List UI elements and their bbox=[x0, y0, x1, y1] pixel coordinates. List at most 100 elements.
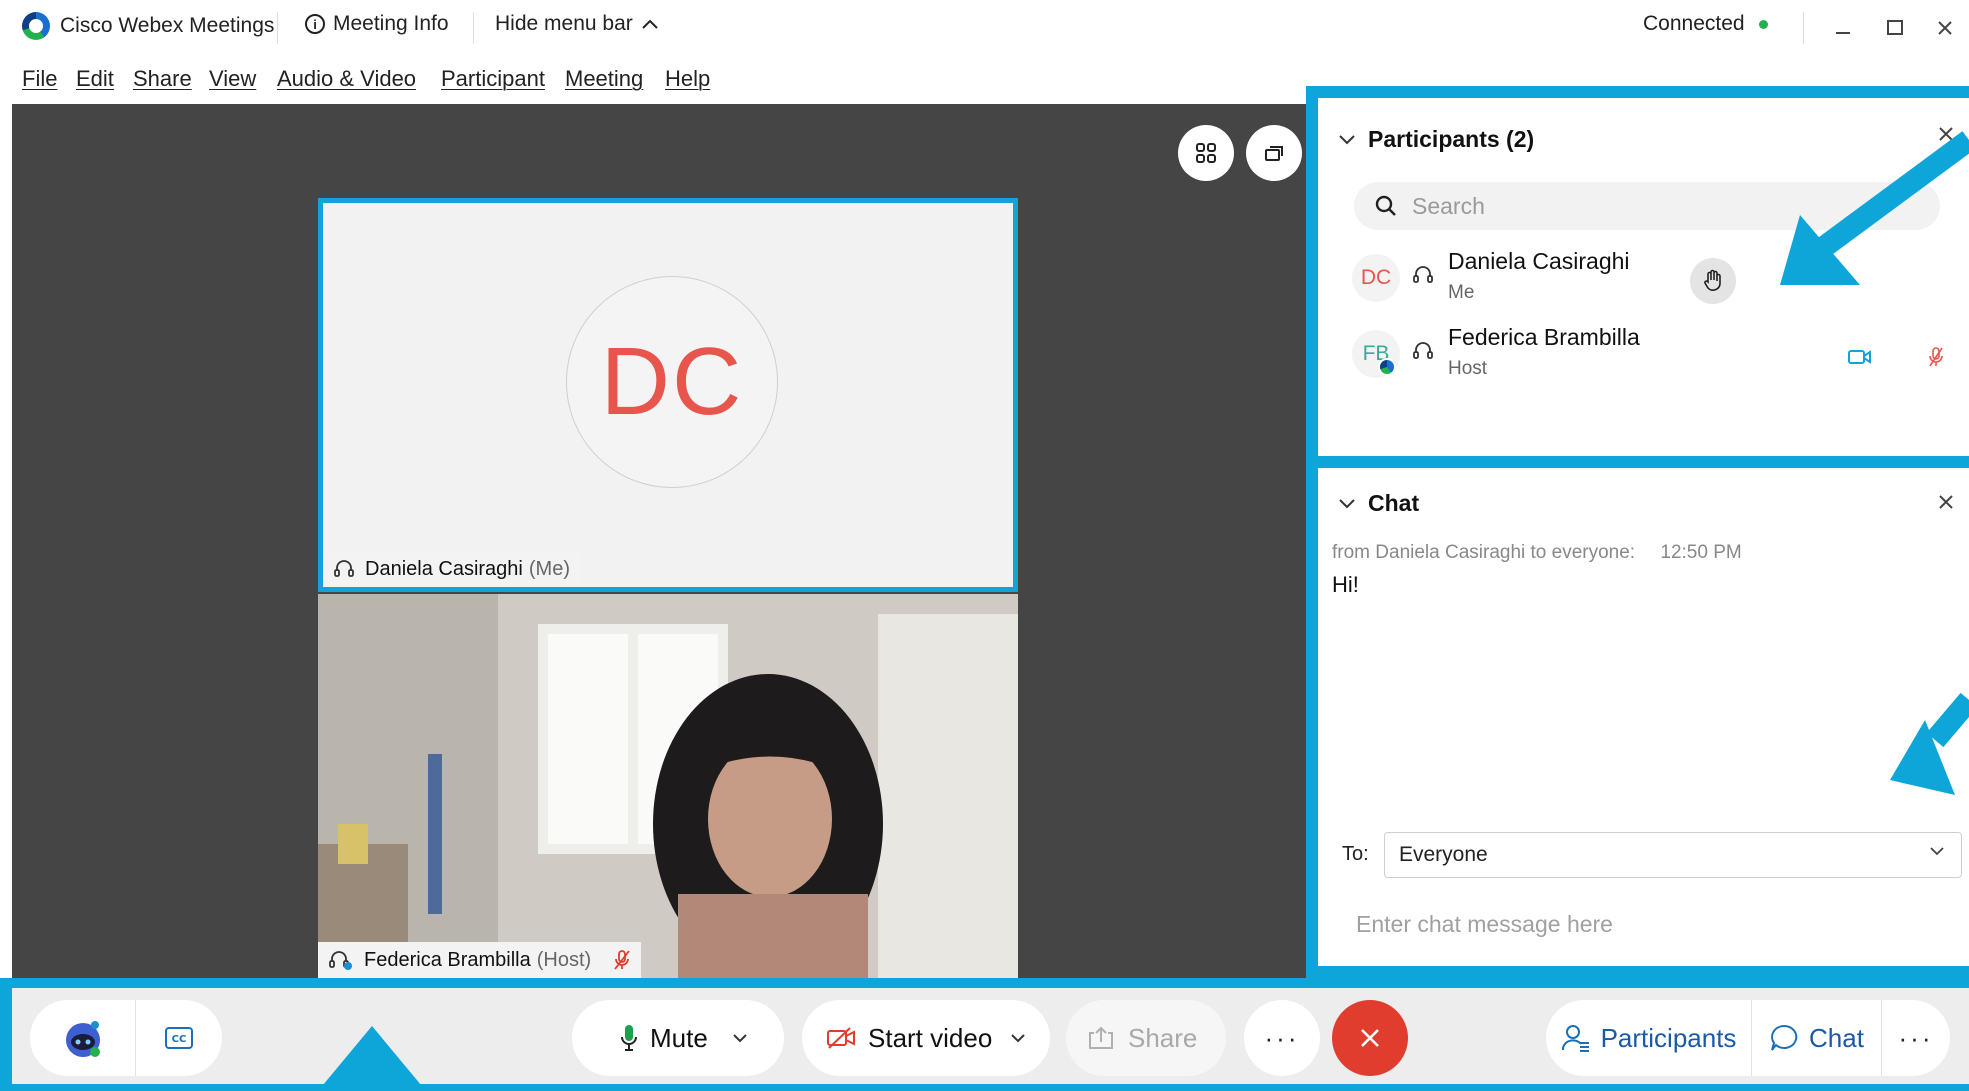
participants-title: Participants (2) bbox=[1368, 126, 1535, 152]
divider bbox=[1803, 12, 1804, 44]
pop-out-button[interactable] bbox=[1246, 125, 1302, 181]
meeting-info-button[interactable]: i Meeting Info bbox=[305, 12, 449, 36]
chat-message-meta: from Daniela Casiraghi to everyone: 12:5… bbox=[1332, 542, 1742, 564]
app-name: Cisco Webex Meetings bbox=[60, 14, 275, 37]
participant-role: Me bbox=[1448, 282, 1475, 303]
participants-search[interactable] bbox=[1354, 182, 1940, 230]
close-chat-icon[interactable] bbox=[1936, 492, 1956, 517]
grid-layout-icon bbox=[1196, 143, 1216, 163]
hide-menu-bar-button[interactable]: Hide menu bar bbox=[495, 12, 659, 36]
chevron-up-icon bbox=[642, 19, 658, 29]
participant-name: Federica Brambilla bbox=[1448, 324, 1640, 350]
raise-hand-button[interactable] bbox=[1690, 258, 1736, 304]
stage-edge bbox=[0, 104, 12, 978]
raise-hand-icon bbox=[1704, 269, 1721, 291]
video-tile-me[interactable]: DC Daniela Casiraghi (Me) bbox=[318, 198, 1018, 592]
start-video-button[interactable]: Start video bbox=[802, 1000, 1050, 1076]
more-icon: ··· bbox=[1898, 1022, 1934, 1053]
mute-button[interactable]: Mute bbox=[572, 1000, 784, 1076]
closed-captions-button[interactable]: CC bbox=[136, 1000, 222, 1076]
video-off-icon bbox=[827, 1027, 855, 1049]
chat-sender: from Daniela Casiraghi to everyone: bbox=[1332, 542, 1636, 563]
tile-name-label: Federica Brambilla (Host) bbox=[318, 942, 642, 978]
svg-text:CC: CC bbox=[172, 1034, 187, 1045]
maximize-icon[interactable] bbox=[1875, 8, 1915, 48]
participants-label: Participants bbox=[1600, 1022, 1737, 1053]
headset-icon bbox=[1413, 266, 1433, 283]
chat-recipient-select[interactable]: Everyone bbox=[1384, 832, 1962, 878]
menu-share[interactable]: Share bbox=[133, 66, 192, 92]
menu-view[interactable]: View bbox=[209, 66, 256, 92]
share-label: Share bbox=[1128, 1022, 1198, 1053]
app-title: Cisco Webex Meetings bbox=[22, 12, 274, 40]
headset-icon bbox=[329, 951, 352, 970]
more-panels-button[interactable]: ··· bbox=[1882, 1000, 1950, 1076]
tile-name: Daniela Casiraghi bbox=[365, 557, 523, 580]
participant-row[interactable]: DC Daniela Casiraghi Me bbox=[1352, 248, 1952, 314]
layout-grid-button[interactable] bbox=[1178, 125, 1234, 181]
info-icon: i bbox=[305, 14, 325, 34]
tile-name-label: Daniela Casiraghi (Me) bbox=[323, 551, 580, 587]
status-dot-icon bbox=[1758, 19, 1768, 29]
headset-icon bbox=[334, 560, 354, 577]
menu-audio-video[interactable]: Audio & Video bbox=[277, 66, 416, 92]
menu-participant[interactable]: Participant bbox=[441, 66, 545, 92]
tile-role: (Host) bbox=[536, 948, 592, 971]
hide-menu-label: Hide menu bar bbox=[495, 12, 633, 35]
chevron-down-icon bbox=[1339, 498, 1355, 508]
chat-title: Chat bbox=[1368, 490, 1420, 516]
chat-panel-header[interactable]: Chat bbox=[1338, 490, 1419, 517]
panel-buttons-group: Participants Chat ··· bbox=[1546, 1000, 1950, 1076]
share-button[interactable]: Share bbox=[1066, 1000, 1226, 1076]
chat-label: Chat bbox=[1809, 1022, 1864, 1053]
share-icon bbox=[1089, 1026, 1113, 1049]
more-icon: ··· bbox=[1264, 1022, 1300, 1053]
search-icon bbox=[1375, 195, 1396, 216]
assistant-cc-group: CC bbox=[30, 1000, 222, 1076]
chevron-down-icon[interactable] bbox=[732, 1032, 748, 1044]
close-window-icon[interactable] bbox=[1925, 8, 1965, 48]
divider bbox=[277, 12, 278, 44]
video-camera-icon bbox=[1848, 350, 1871, 364]
participants-icon bbox=[1561, 1025, 1589, 1052]
divider bbox=[473, 12, 474, 44]
end-meeting-button[interactable] bbox=[1332, 1000, 1408, 1076]
connection-status: Connected bbox=[1643, 12, 1768, 36]
participants-button[interactable]: Participants bbox=[1546, 1000, 1752, 1076]
microphone-icon bbox=[621, 1025, 637, 1051]
host-video-feed bbox=[318, 594, 1018, 978]
avatar-large: DC bbox=[566, 276, 778, 488]
chat-button[interactable]: Chat bbox=[1752, 1000, 1882, 1076]
chat-message-input[interactable] bbox=[1356, 904, 1946, 944]
chat-recipient-value: Everyone bbox=[1399, 843, 1488, 866]
video-tile-host[interactable]: Federica Brambilla (Host) bbox=[318, 594, 1018, 978]
participant-name: Daniela Casiraghi bbox=[1448, 248, 1630, 274]
search-input[interactable] bbox=[1412, 192, 1812, 220]
chat-message-text: Hi! bbox=[1332, 572, 1359, 597]
webex-assistant-icon bbox=[65, 1021, 100, 1057]
close-icon bbox=[1361, 1029, 1379, 1047]
chevron-down-icon bbox=[1930, 847, 1944, 856]
chat-time: 12:50 PM bbox=[1660, 542, 1742, 563]
minimize-icon[interactable] bbox=[1823, 8, 1863, 48]
participants-panel-header[interactable]: Participants (2) bbox=[1338, 126, 1534, 153]
menu-file[interactable]: File bbox=[22, 66, 57, 92]
chevron-down-icon[interactable] bbox=[1010, 1032, 1026, 1044]
closed-captions-icon: CC bbox=[165, 1027, 193, 1049]
muted-mic-icon bbox=[1929, 347, 1943, 367]
menu-help[interactable]: Help bbox=[665, 66, 710, 92]
tile-role: (Me) bbox=[528, 557, 570, 580]
menu-edit[interactable]: Edit bbox=[76, 66, 114, 92]
chat-to-label: To: bbox=[1342, 843, 1369, 865]
title-bar: Cisco Webex Meetings i Meeting Info Hide… bbox=[0, 0, 1969, 56]
close-participants-icon[interactable] bbox=[1936, 124, 1956, 149]
participant-row[interactable]: FB Federica Brambilla Host bbox=[1352, 324, 1952, 390]
assistant-button[interactable] bbox=[30, 1000, 136, 1076]
menu-meeting[interactable]: Meeting bbox=[565, 66, 643, 92]
webex-logo-icon bbox=[22, 12, 50, 40]
mute-label: Mute bbox=[650, 1022, 708, 1053]
webex-badge-icon bbox=[1378, 358, 1396, 376]
muted-mic-icon bbox=[614, 950, 630, 970]
connection-status-label: Connected bbox=[1643, 12, 1745, 35]
more-options-button[interactable]: ··· bbox=[1244, 1000, 1320, 1076]
